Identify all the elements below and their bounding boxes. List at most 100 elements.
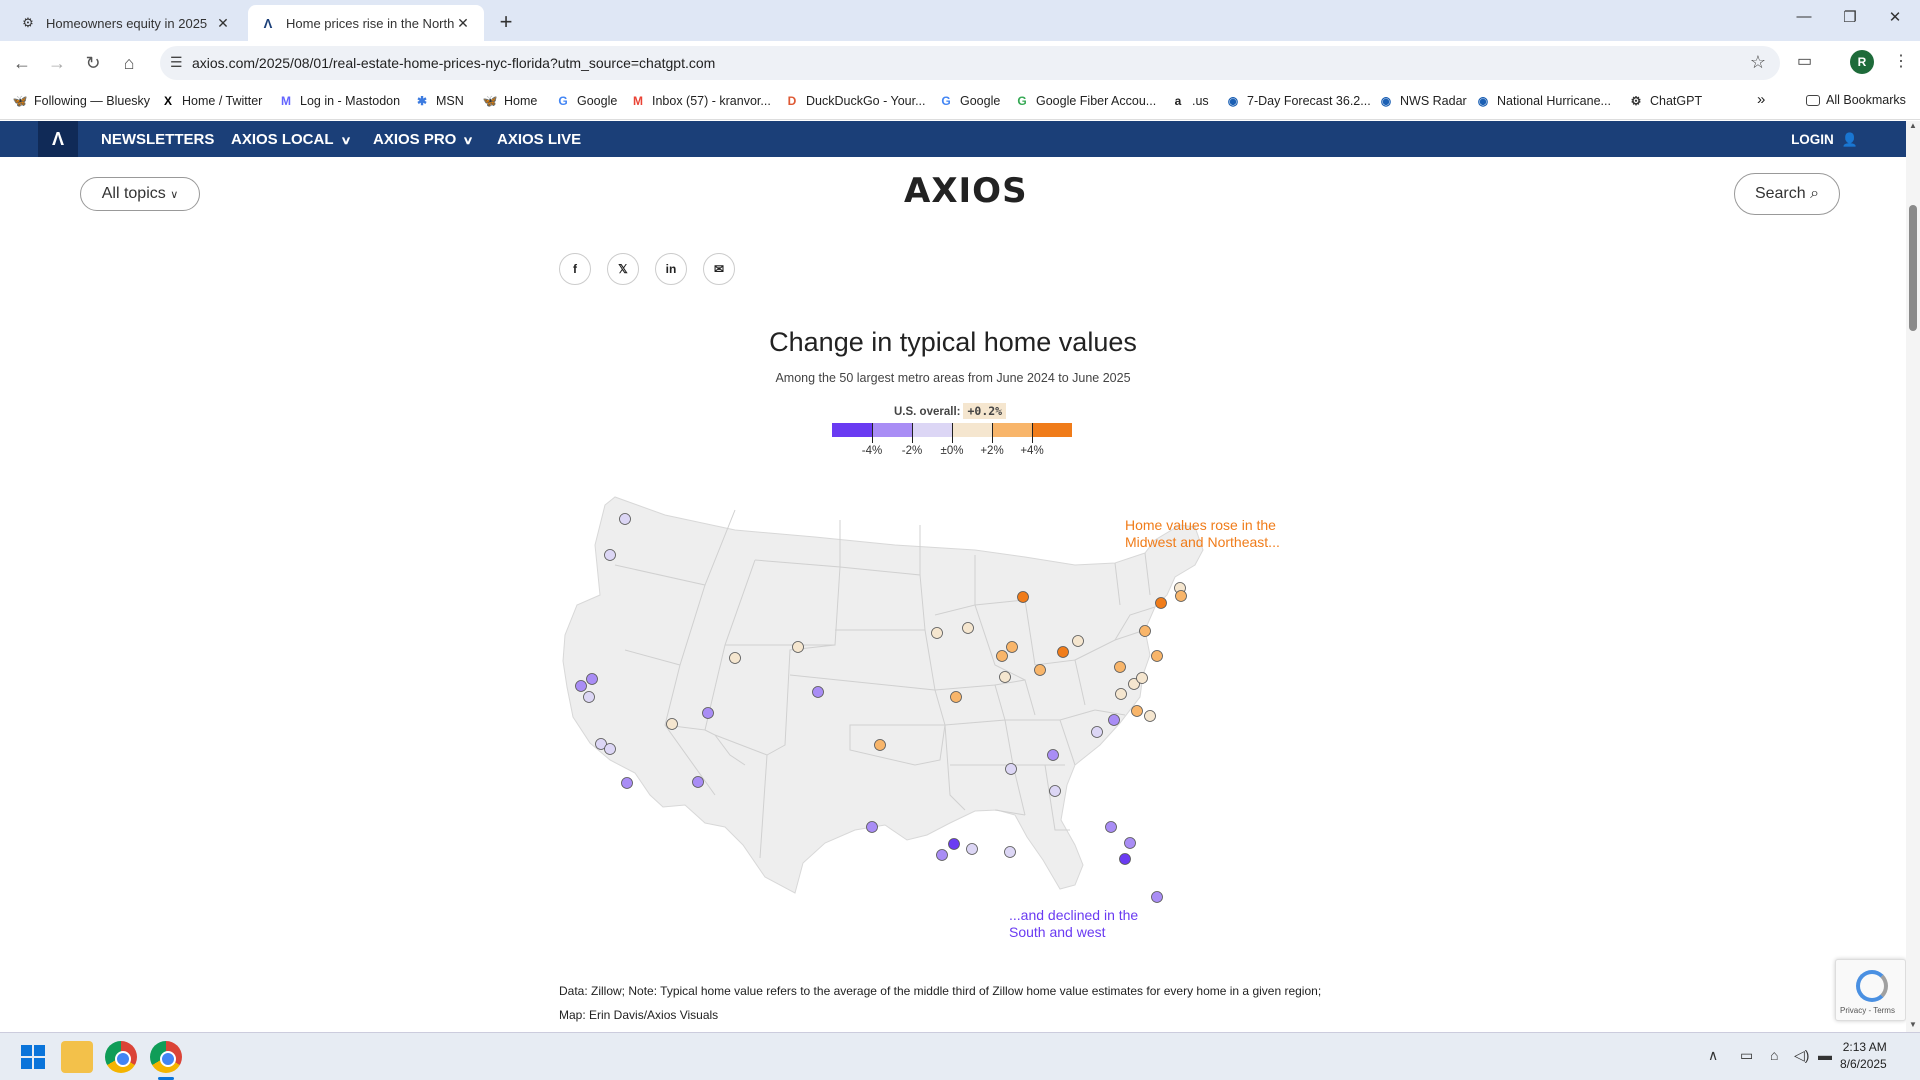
tab-search-icon[interactable]: ▭ <box>1797 51 1812 71</box>
bookmark-item[interactable]: G Google <box>938 93 1000 109</box>
metro-dot[interactable] <box>1155 597 1167 609</box>
metro-dot[interactable] <box>1114 661 1126 673</box>
forward-icon[interactable]: → <box>44 50 70 76</box>
metro-dot[interactable] <box>586 673 598 685</box>
metro-dot[interactable] <box>1005 763 1017 775</box>
metro-dot[interactable] <box>1006 641 1018 653</box>
bookmark-item[interactable]: M Log in - Mastodon <box>278 93 400 109</box>
restore-icon[interactable]: ❐ <box>1835 8 1865 26</box>
metro-dot[interactable] <box>619 513 631 525</box>
battery-icon[interactable]: ▬ <box>1818 1047 1832 1063</box>
metro-dot[interactable] <box>1047 749 1059 761</box>
metro-dot[interactable] <box>1139 625 1151 637</box>
login-button[interactable]: LOGIN 👤 <box>1791 132 1858 148</box>
metro-dot[interactable] <box>1004 846 1016 858</box>
more-bookmarks-icon[interactable]: » <box>1757 91 1765 108</box>
metro-dot[interactable] <box>962 622 974 634</box>
nav-axios-pro[interactable]: AXIOS PRO ∨ <box>373 131 474 148</box>
metro-dot[interactable] <box>1131 705 1143 717</box>
menu-icon[interactable]: ⋮ <box>1893 51 1909 71</box>
close-icon[interactable]: ✕ <box>454 15 472 32</box>
tab-home-prices[interactable]: Λ Home prices rise in the North a ✕ <box>248 5 484 41</box>
metro-dot[interactable] <box>931 627 943 639</box>
metro-dot[interactable] <box>999 671 1011 683</box>
bookmark-item[interactable]: D DuckDuckGo - Your... <box>784 93 926 109</box>
metro-dot[interactable] <box>692 776 704 788</box>
metro-dot[interactable] <box>604 549 616 561</box>
close-icon[interactable]: ✕ <box>214 15 232 32</box>
new-tab-button[interactable]: + <box>492 9 520 37</box>
metro-dot[interactable] <box>874 739 886 751</box>
axios-logo-icon[interactable]: Λ <box>38 121 78 157</box>
metro-dot[interactable] <box>792 641 804 653</box>
metro-dot[interactable] <box>1175 590 1187 602</box>
network-icon[interactable]: ⌂ <box>1770 1047 1778 1063</box>
metro-dot[interactable] <box>1105 821 1117 833</box>
metro-dot[interactable] <box>604 743 616 755</box>
share-linkedin-button[interactable]: in <box>655 253 687 285</box>
bookmark-item[interactable]: M Inbox (57) - kranvor... <box>630 93 771 109</box>
metro-dot[interactable] <box>1136 672 1148 684</box>
tab-homeowners-equity[interactable]: ⚙ Homeowners equity in 2025 ✕ <box>8 5 244 41</box>
profile-avatar[interactable]: R <box>1850 50 1874 74</box>
metro-dot[interactable] <box>1124 837 1136 849</box>
bookmark-item[interactable]: ⚙ ChatGPT <box>1628 93 1703 109</box>
bookmark-star-icon[interactable]: ☆ <box>1750 52 1766 73</box>
metro-dot[interactable] <box>1057 646 1069 658</box>
metro-dot[interactable] <box>1091 726 1103 738</box>
scroll-down-icon[interactable]: ▼ <box>1906 1020 1920 1032</box>
chrome-icon[interactable] <box>105 1041 137 1073</box>
home-icon[interactable]: ⌂ <box>116 50 142 76</box>
metro-dot[interactable] <box>583 691 595 703</box>
metro-dot[interactable] <box>996 650 1008 662</box>
share-email-button[interactable]: ✉ <box>703 253 735 285</box>
metro-dot[interactable] <box>950 691 962 703</box>
recaptcha-links[interactable]: Privacy - Terms <box>1840 1006 1895 1015</box>
nav-axios-live[interactable]: AXIOS LIVE <box>497 131 581 148</box>
recaptcha-badge[interactable]: Privacy - Terms <box>1835 959 1906 1021</box>
metro-dot[interactable] <box>1017 591 1029 603</box>
metro-dot[interactable] <box>1151 891 1163 903</box>
metro-dot[interactable] <box>1151 650 1163 662</box>
metro-dot[interactable] <box>729 652 741 664</box>
nav-axios-local[interactable]: AXIOS LOCAL ∨ <box>231 131 351 148</box>
page-scrollbar[interactable]: ▲ ▼ <box>1906 121 1920 1032</box>
address-bar[interactable]: ☰ axios.com/2025/08/01/real-estate-home-… <box>160 46 1780 80</box>
tray-overflow-icon[interactable]: ∧ <box>1708 1047 1718 1064</box>
bookmark-item[interactable]: G Google Fiber Accou... <box>1014 93 1156 109</box>
file-explorer-icon[interactable] <box>61 1041 93 1073</box>
scroll-up-icon[interactable]: ▲ <box>1906 121 1920 133</box>
metro-dot[interactable] <box>1034 664 1046 676</box>
metro-dot[interactable] <box>966 843 978 855</box>
metro-dot[interactable] <box>621 777 633 789</box>
metro-dot[interactable] <box>1144 710 1156 722</box>
site-info-icon[interactable]: ☰ <box>170 54 183 71</box>
metro-dot[interactable] <box>1115 688 1127 700</box>
bookmark-item[interactable]: G Google <box>555 93 617 109</box>
metro-dot[interactable] <box>666 718 678 730</box>
all-topics-button[interactable]: All topics ∨ <box>80 177 200 211</box>
metro-dot[interactable] <box>866 821 878 833</box>
close-window-icon[interactable]: ✕ <box>1880 8 1910 26</box>
reload-icon[interactable]: ↻ <box>80 50 106 76</box>
metro-dot[interactable] <box>575 680 587 692</box>
metro-dot[interactable] <box>948 838 960 850</box>
metro-dot[interactable] <box>1119 853 1131 865</box>
metro-dot[interactable] <box>936 849 948 861</box>
bookmark-item[interactable]: a .us <box>1170 93 1209 109</box>
display-icon[interactable]: ▭ <box>1740 1047 1753 1064</box>
metro-dot[interactable] <box>1072 635 1084 647</box>
bookmark-item[interactable]: ✱ MSN <box>414 93 464 109</box>
share-x-button[interactable]: 𝕏 <box>607 253 639 285</box>
windows-start-icon[interactable] <box>17 1041 49 1073</box>
metro-dot[interactable] <box>702 707 714 719</box>
metro-dot[interactable] <box>1108 714 1120 726</box>
bookmark-item[interactable]: ◉ 7-Day Forecast 36.2... <box>1225 93 1371 109</box>
bookmark-item[interactable]: ◉ NWS Radar <box>1378 93 1467 109</box>
scroll-thumb[interactable] <box>1909 205 1917 331</box>
chrome-profile-icon[interactable] <box>150 1041 182 1073</box>
bookmark-item[interactable]: X Home / Twitter <box>160 93 262 109</box>
metro-dot[interactable] <box>812 686 824 698</box>
nav-newsletters[interactable]: NEWSLETTERS <box>101 131 214 148</box>
system-clock[interactable]: 2:13 AM 8/6/2025 <box>1840 1039 1887 1073</box>
